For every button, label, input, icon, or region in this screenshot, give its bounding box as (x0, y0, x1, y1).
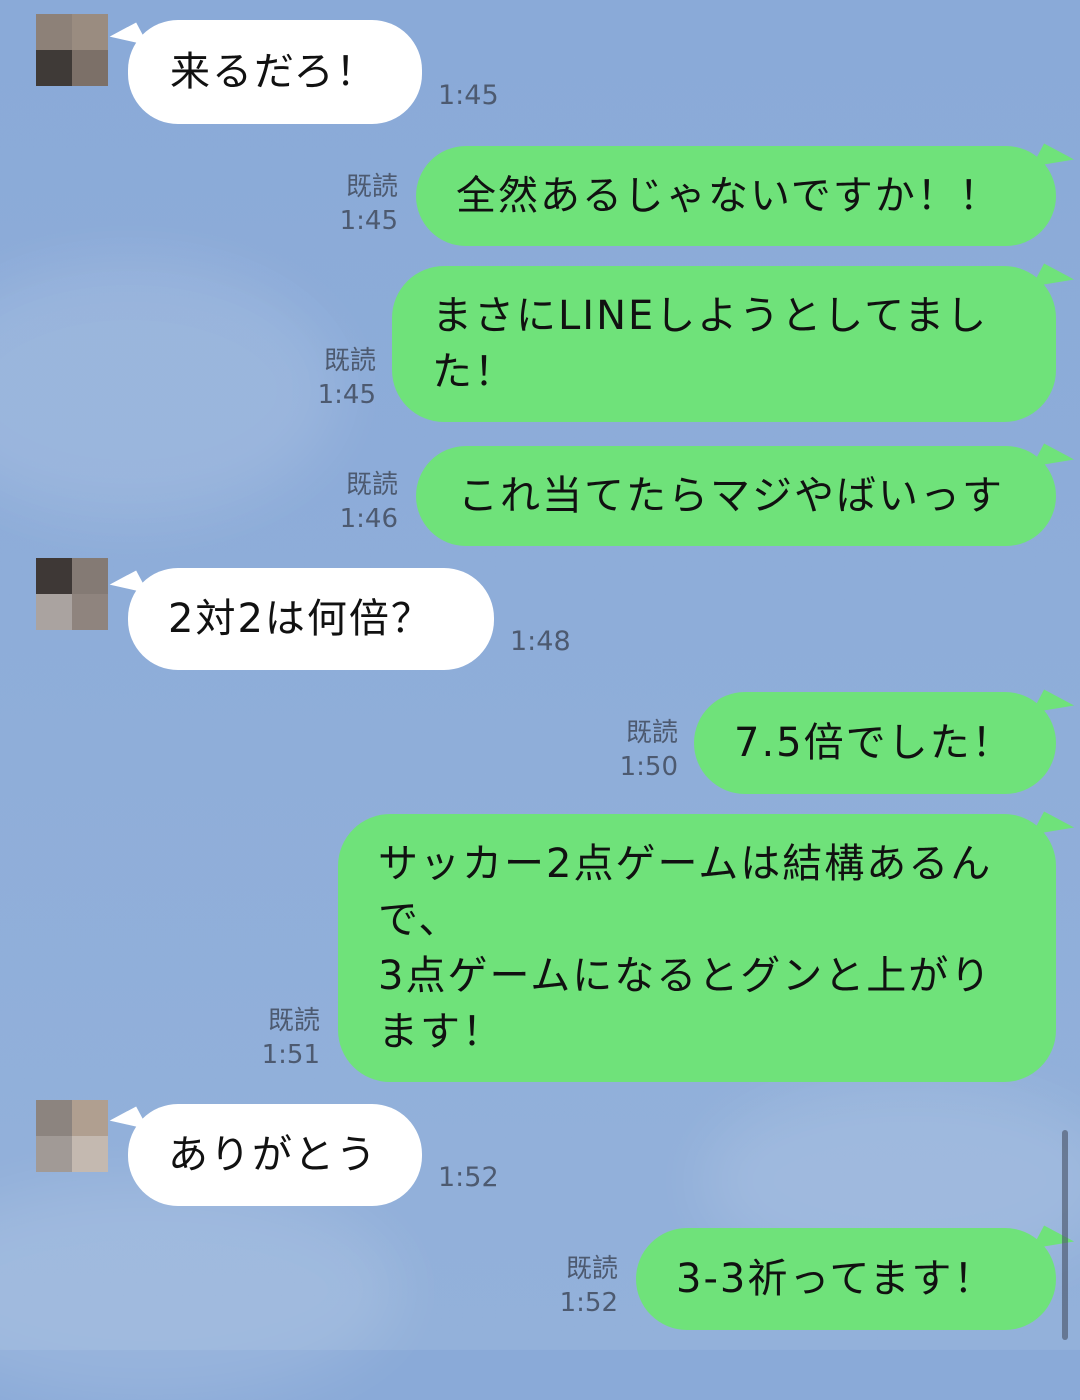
read-receipt: 既読 (565, 1254, 618, 1284)
message-time: 1:48 (510, 626, 571, 657)
read-receipt: 既読 (625, 718, 678, 748)
message-time: 1:51 (261, 1040, 320, 1070)
message-bubble[interactable]: ありがとう (109, 1104, 422, 1206)
message-time: 1:46 (339, 504, 398, 534)
message-bubble[interactable]: 3-3祈ってます！ (636, 1225, 1075, 1330)
avatar[interactable] (36, 14, 108, 86)
read-receipt: 既読 (323, 346, 376, 376)
message-text: これ当てたらマジやばいっす (458, 473, 1004, 519)
message-text: 来るだろ！ (170, 49, 378, 95)
message-time: 1:45 (317, 380, 376, 410)
read-receipt: 既読 (267, 1006, 320, 1036)
message-bubble[interactable]: 2対2は何倍？ (109, 568, 494, 670)
message-time: 1:52 (559, 1288, 618, 1318)
message-bubble[interactable]: これ当てたらマジやばいっす (416, 443, 1075, 546)
read-receipt: 既読 (345, 470, 398, 500)
message-text: まさにLINEしようとしてまし た！ (432, 293, 989, 395)
read-receipt: 既読 (345, 172, 398, 202)
message-text: 3-3祈ってます！ (676, 1256, 996, 1302)
message-text: サッカー2点ゲームは結構あるん で、 3点ゲームになるとグンと上がり ます！ (378, 841, 993, 1055)
message-bubble[interactable]: サッカー2点ゲームは結構あるん で、 3点ゲームになるとグンと上がり ます！ (338, 811, 1075, 1082)
message-time: 1:50 (619, 752, 678, 782)
message-text: 2対2は何倍？ (168, 596, 433, 642)
avatar[interactable] (36, 558, 108, 630)
scrollbar[interactable] (1062, 1130, 1068, 1340)
message-bubble[interactable]: 来るだろ！ (109, 20, 422, 124)
message-bubble[interactable]: まさにLINEしようとしてまし た！ (392, 263, 1075, 422)
avatar[interactable] (36, 1100, 108, 1172)
message-bubble[interactable]: 7.5倍でした！ (694, 689, 1075, 794)
message-text: 全然あるじゃないですか！！ (456, 173, 1001, 219)
message-time: 1:45 (438, 80, 499, 111)
message-bubble[interactable]: 全然あるじゃないですか！！ (416, 143, 1075, 246)
message-text: 7.5倍でした！ (734, 720, 1014, 766)
message-time: 1:52 (438, 1162, 499, 1193)
message-time: 1:45 (339, 206, 398, 236)
message-text: ありがとう (168, 1132, 378, 1178)
